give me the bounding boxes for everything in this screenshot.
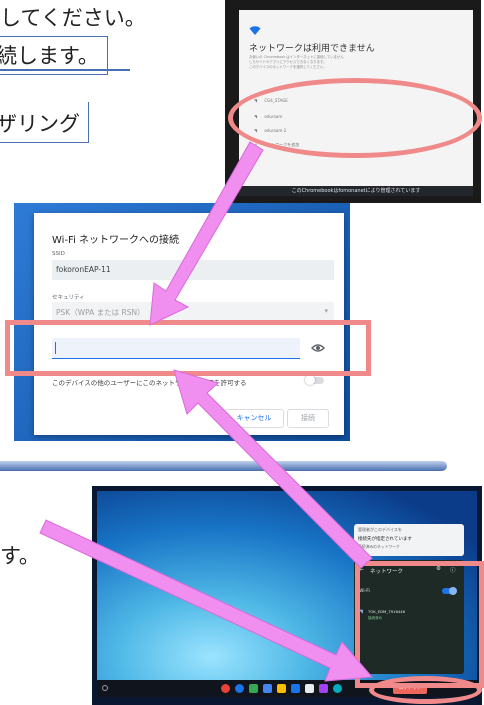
network-unavailable-title: ネットワークは利用できません xyxy=(249,44,375,54)
doc-line-4: す。 xyxy=(0,544,40,568)
doc-boxed-line-3: ザリング xyxy=(0,102,89,143)
security-label: セキュリティ xyxy=(52,295,85,301)
ssid-label: SSID xyxy=(52,251,65,257)
password-field-highlight-frame xyxy=(5,320,371,376)
app-icon[interactable] xyxy=(263,684,272,693)
share-network-toggle[interactable] xyxy=(305,375,324,385)
app-icon[interactable] xyxy=(277,684,286,693)
desc-line-3: このデバイスのネットワークを選択してください。 xyxy=(249,65,327,69)
app-icon[interactable] xyxy=(333,684,342,693)
notif-line-1: 接続先が指定されています xyxy=(358,537,412,542)
notif-line-2: 接続済みのネットワーク xyxy=(358,544,400,549)
wifi-icon xyxy=(249,26,261,35)
ssid-field[interactable]: fokoronEAP-11 xyxy=(52,260,334,280)
app-icon[interactable] xyxy=(305,684,314,693)
network-panel-highlight-frame xyxy=(355,561,484,688)
dropdown-arrow-icon: ▾ xyxy=(324,307,328,315)
managed-notification[interactable]: 管理者がこのデバイスを 接続先が指定されています 接続済みのネットワーク xyxy=(354,524,464,556)
launcher-icon[interactable] xyxy=(102,685,108,691)
chrome-app-icon[interactable] xyxy=(221,684,230,693)
managed-notice: このChromebookはfomonanetにより管理されています xyxy=(239,186,473,196)
app-icon[interactable] xyxy=(291,684,300,693)
ssid-value: fokoronEAP-11 xyxy=(56,265,111,274)
doc-box-divider xyxy=(0,69,130,71)
network-list-highlight-ellipse xyxy=(228,78,482,158)
security-select[interactable]: PSK（WPA または RSN） ▾ xyxy=(52,302,334,322)
share-network-label: このデバイスの他のユーザーにこのネットワークの使用を許可する xyxy=(52,379,247,387)
files-app-icon[interactable] xyxy=(235,684,244,693)
dialog-title: Wi-Fi ネットワークへの接続 xyxy=(52,235,180,246)
app-icon[interactable] xyxy=(319,684,328,693)
connect-button[interactable]: 接続 xyxy=(287,409,329,428)
cancel-button[interactable]: キャンセル xyxy=(224,409,284,428)
network-unavailable-description: お使いの Chromebook はインターネットに接続していません したサイトや… xyxy=(249,55,344,70)
doc-line-1: してください。 xyxy=(0,6,146,30)
security-value: PSK（WPA または RSN） xyxy=(56,308,145,317)
toggle-knob xyxy=(305,375,315,385)
section-divider xyxy=(0,461,447,471)
notif-title: 管理者がこのデバイスを xyxy=(358,527,402,532)
tray-highlight-ellipse xyxy=(369,676,482,704)
app-icon[interactable] xyxy=(249,684,258,693)
